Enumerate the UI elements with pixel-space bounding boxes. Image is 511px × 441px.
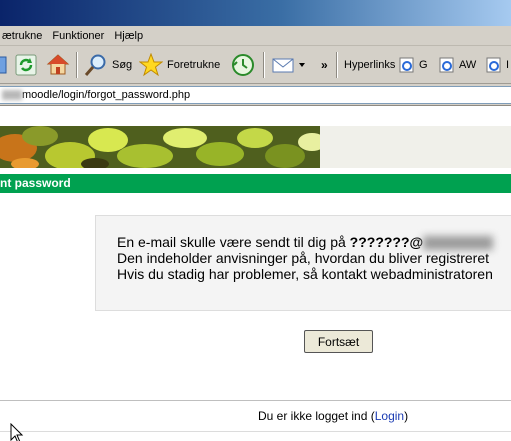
menu-help[interactable]: Hjælp (109, 30, 148, 42)
message-line-3: Hvis du stadig har problemer, så kontakt… (117, 266, 493, 283)
search-button[interactable]: Søg (84, 50, 132, 80)
home-partial-button[interactable] (0, 50, 8, 80)
search-label: Søg (112, 59, 133, 71)
search-icon (84, 54, 106, 76)
login-info: Du er ikke logget ind (Login) (258, 409, 409, 423)
navigation-bar: nt password (0, 174, 511, 193)
page-heading: nt password (0, 176, 71, 190)
email-address: ???????@ (349, 234, 424, 250)
ie-page-icon (399, 57, 414, 73)
history-button[interactable] (231, 50, 255, 80)
link-i[interactable]: I (486, 50, 509, 80)
refresh-icon (15, 54, 37, 76)
history-icon (232, 54, 254, 76)
message-line-2: Den indeholder anvisninger på, hvordan d… (117, 250, 489, 267)
refresh-button[interactable] (15, 50, 37, 80)
window-titlebar (0, 0, 511, 26)
footer-divider (0, 400, 511, 401)
footer-bottom-divider (0, 431, 511, 432)
address-url: moodle/login/forgot_password.php (22, 89, 191, 101)
link-aw[interactable]: AW (439, 50, 476, 80)
menu-favorites[interactable]: ætrukne (0, 30, 47, 42)
menu-bar: ætrukne Funktioner Hjælp (0, 26, 511, 46)
favorites-button[interactable]: Foretrukne (139, 50, 220, 80)
home-button[interactable] (46, 50, 70, 80)
favorites-label: Foretrukne (167, 59, 221, 71)
message-box: En e-mail skulle være sendt til dig på ?… (95, 215, 511, 311)
mouse-cursor-icon (10, 423, 24, 441)
address-bar: moodle/login/forgot_password.php (0, 84, 511, 106)
login-link[interactable]: Login (375, 409, 404, 423)
ie-page-icon (486, 57, 501, 73)
ie-page-icon (439, 57, 454, 73)
address-input[interactable]: moodle/login/forgot_password.php (0, 86, 511, 104)
redacted-email (423, 236, 494, 251)
link-g[interactable]: G (399, 50, 428, 80)
toolbar-overflow-button[interactable]: » (321, 50, 328, 80)
page-icon (0, 56, 7, 74)
menu-tools[interactable]: Funktioner (47, 30, 109, 42)
mail-button[interactable] (271, 50, 305, 80)
chevron-down-icon (299, 63, 305, 67)
page-content: nt password En e-mail skulle være sendt … (0, 106, 511, 441)
toolbar: Søg Foretrukne » Hyperlinks G AW I (0, 46, 511, 84)
continue-button[interactable]: Fortsæt (304, 330, 373, 353)
home-icon (46, 54, 70, 75)
links-label: Hyperlinks (344, 59, 396, 71)
banner-fade (320, 126, 511, 168)
star-icon (139, 53, 163, 77)
message-line-1: En e-mail skulle være sendt til dig på ?… (117, 234, 511, 251)
redacted-host (2, 90, 22, 101)
mail-icon (272, 58, 294, 73)
